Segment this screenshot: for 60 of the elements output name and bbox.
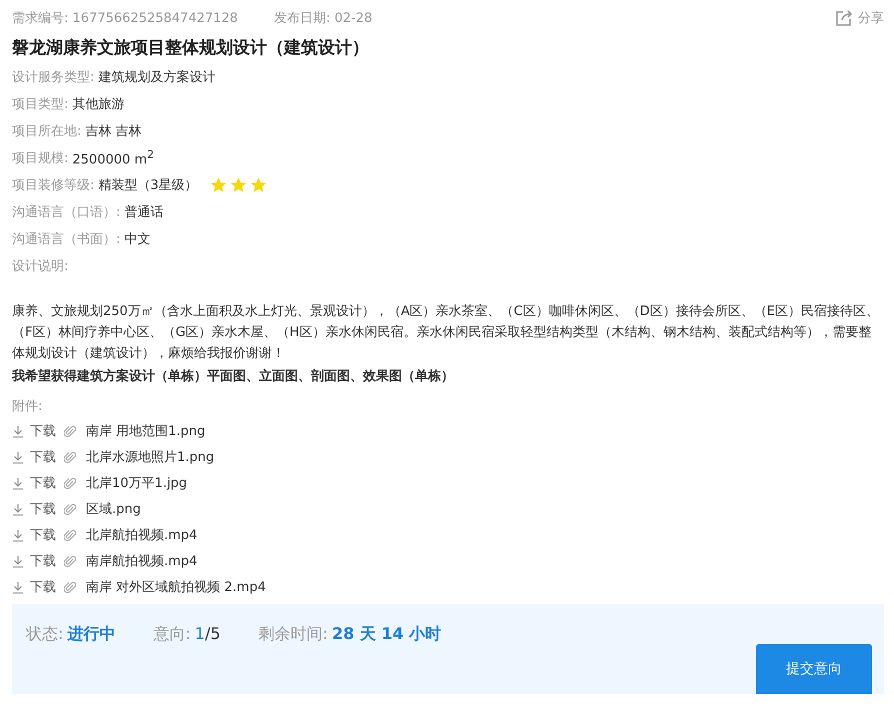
download-link[interactable]: 下载 (12, 422, 56, 440)
paperclip-icon (64, 424, 76, 438)
star-icon (210, 176, 227, 192)
field-value: 普通话 (124, 204, 164, 220)
field-label: 设计服务类型: (12, 68, 94, 86)
intent-label: 意向: (153, 624, 191, 645)
intent-count: 1/5 (194, 624, 221, 645)
status-value: 进行中 (67, 624, 116, 645)
download-link[interactable]: 下载 (12, 526, 56, 544)
attachments-label: 附件: (12, 398, 44, 416)
star-icon (230, 176, 247, 192)
paperclip-icon (64, 580, 76, 594)
paperclip-icon (64, 554, 76, 568)
download-icon (12, 528, 24, 542)
download-icon (12, 502, 24, 516)
field-value: 吉林 吉林 (85, 122, 142, 140)
deliverables-text: 我希望获得建筑方案设计（单栋）平面图、立面图、剖面图、效果图（单栋） (12, 368, 455, 386)
remaining-time-label: 剩余时间: (258, 624, 328, 645)
paperclip-icon (64, 476, 76, 490)
share-icon (834, 8, 854, 28)
field-label: 设计说明: (12, 258, 68, 274)
star-icon (250, 176, 267, 192)
field-label: 项目所在地: (12, 122, 82, 140)
field-label: 项目类型: (12, 96, 68, 112)
download-icon (12, 580, 24, 594)
attachment-link[interactable]: 南岸 用地范围1.png (86, 422, 206, 440)
field-value: 中文 (124, 230, 150, 248)
download-link[interactable]: 下载 (12, 552, 56, 570)
paperclip-icon (64, 528, 76, 542)
download-icon (12, 554, 24, 568)
attachment-link[interactable]: 南岸航拍视频.mp4 (86, 552, 198, 570)
download-icon (12, 476, 24, 490)
description-text: 康养、文旅规划250万㎡（含水上面积及水上灯光、景观设计），（A区）亲水茶室、（C区）咖啡休闲区、（D区）接待会所区、（E区）民宿接待区、（F区）林间疗养中心区、（G区）亲水木屋、（H区）亲水休闲民宿。亲水休闲民宿采取轻型结构类型（木结构、钢木结构、装配式结构等），需要整体规划设计（建筑设计），麻烦给我报价谢谢！ (12, 303, 880, 363)
status-label: 状态: (26, 624, 64, 645)
publish-date: 发布日期: 02-28 (274, 10, 372, 27)
download-icon (12, 424, 24, 438)
download-link[interactable]: 下载 (12, 448, 56, 466)
field-value: 其他旅游 (72, 96, 124, 112)
attachment-link[interactable]: 区域.png (86, 500, 141, 518)
field-label: 沟通语言（书面）: (12, 230, 120, 248)
download-link[interactable]: 下载 (12, 578, 56, 596)
remaining-time-value: 28 天 14 小时 (332, 624, 442, 645)
attachment-link[interactable]: 北岸水源地照片1.png (86, 448, 214, 466)
field-value: 2500000 m$^{2}$ (72, 148, 154, 168)
attachment-link[interactable]: 南岸 对外区域航拍视频 2.mp4 (86, 578, 266, 596)
submit-intent-button[interactable]: 提交意向 (756, 644, 872, 694)
attachment-link[interactable]: 北岸航拍视频.mp4 (86, 526, 198, 544)
download-link[interactable]: 下载 (12, 474, 56, 492)
field-value: 建筑规划及方案设计 (98, 68, 216, 86)
attachment-link[interactable]: 北岸10万平1.jpg (86, 474, 188, 492)
request-number: 需求编号: 16775662525847427128 (12, 10, 238, 27)
download-link[interactable]: 下载 (12, 500, 56, 518)
download-icon (12, 450, 24, 464)
field-label: 沟通语言（口语）: (12, 204, 120, 220)
field-label: 项目装修等级: (12, 176, 94, 194)
project-title: 磐龙湖康养文旅项目整体规划设计（建筑设计） (12, 37, 370, 59)
field-label: 项目规模: (12, 150, 68, 166)
paperclip-icon (64, 450, 76, 464)
field-value: 精装型（3星级） (98, 176, 198, 194)
paperclip-icon (64, 502, 76, 516)
